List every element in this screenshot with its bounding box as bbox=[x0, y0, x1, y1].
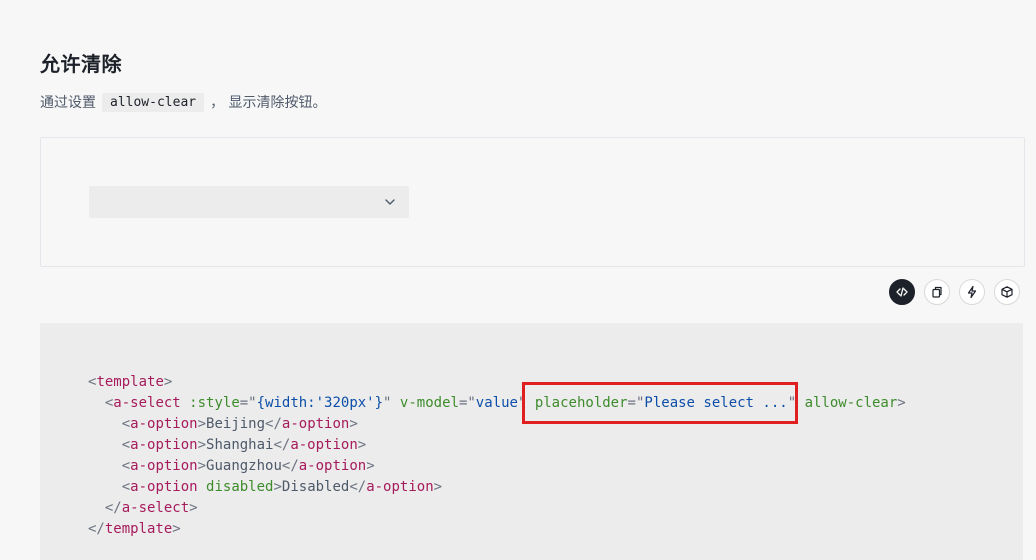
code-option-shanghai: Shanghai bbox=[206, 437, 274, 453]
code-disabled-attr: disabled bbox=[206, 479, 274, 495]
chevron-down-icon bbox=[385, 199, 395, 205]
section-title: 允许清除 bbox=[40, 52, 122, 76]
description-code: allow-clear bbox=[102, 92, 205, 112]
code-option-tag: a-option bbox=[130, 416, 198, 432]
code-style-value: {width:'320px'} bbox=[256, 395, 384, 411]
show-code-button[interactable] bbox=[889, 279, 915, 305]
code-option-tag: a-option bbox=[130, 437, 198, 453]
code-style-attr: :style bbox=[189, 395, 240, 411]
code-option-close-tag: a-option bbox=[366, 479, 434, 495]
section-description: 通过设置 allow-clear ， 显示清除按钮。 bbox=[40, 92, 327, 112]
box-icon bbox=[1001, 286, 1013, 298]
code-allow-clear-attr: allow-clear bbox=[804, 395, 898, 411]
code-select-open: a-select bbox=[113, 395, 181, 411]
demo-toolbar bbox=[889, 279, 1020, 305]
open-playground-button[interactable] bbox=[959, 279, 985, 305]
code-template-close: template bbox=[104, 521, 173, 537]
lightning-icon bbox=[967, 285, 977, 299]
city-select[interactable] bbox=[89, 186, 409, 218]
code-placeholder-attr: placeholder bbox=[534, 395, 628, 411]
code-option-close-tag: a-option bbox=[298, 458, 367, 474]
description-suffix: ， 显示清除按钮。 bbox=[210, 95, 327, 111]
code-block: <template> <a-select :style="{width:'320… bbox=[40, 323, 1023, 560]
code-option-beijing: Beijing bbox=[206, 416, 266, 432]
description-prefix: 通过设置 bbox=[40, 95, 96, 111]
demo-card bbox=[40, 137, 1025, 267]
code-option-tag: a-option bbox=[130, 458, 198, 474]
code-option-close-tag: a-option bbox=[290, 437, 358, 453]
code-content: <template> <a-select :style="{width:'320… bbox=[88, 374, 906, 537]
code-placeholder-value: Please select ... bbox=[644, 395, 788, 411]
code-select-close: a-select bbox=[121, 500, 190, 516]
copy-code-button[interactable] bbox=[924, 279, 950, 305]
code-option-close-tag: a-option bbox=[281, 416, 350, 432]
code-option-disabled: Disabled bbox=[281, 479, 350, 495]
code-option-tag: a-option bbox=[130, 479, 198, 495]
copy-icon bbox=[932, 286, 942, 298]
code-vmodel-attr: v-model bbox=[399, 395, 459, 411]
code-option-guangzhou: Guangzhou bbox=[206, 458, 282, 474]
code-icon bbox=[896, 287, 908, 297]
code-template-open: template bbox=[96, 374, 164, 390]
code-vmodel-value: value bbox=[475, 395, 518, 411]
open-sandbox-button[interactable] bbox=[994, 279, 1020, 305]
